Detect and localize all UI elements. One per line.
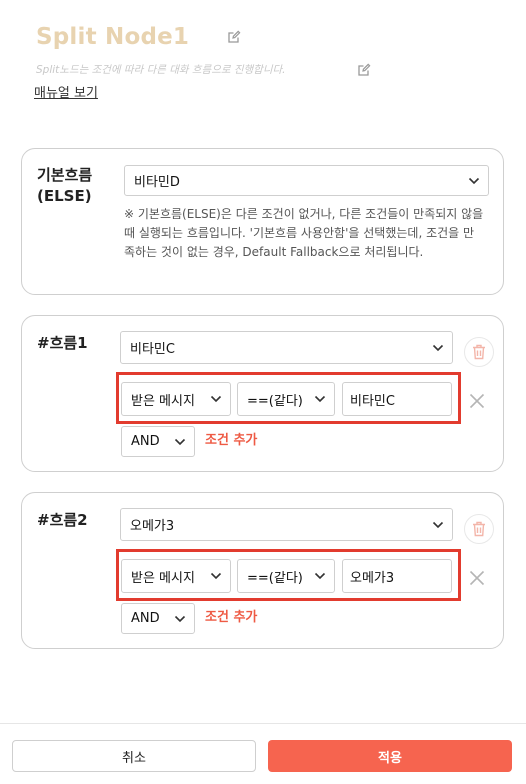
trash-icon bbox=[473, 344, 485, 360]
condition-field-selected: 받은 메시지 bbox=[131, 570, 195, 586]
default-flow-select[interactable]: 비타민D bbox=[124, 165, 489, 196]
condition-value-input[interactable]: 오메가3 bbox=[342, 559, 452, 593]
edit-description-icon[interactable] bbox=[357, 62, 371, 76]
default-flow-selected: 비타민D bbox=[134, 175, 180, 190]
condition-field-select[interactable]: 받은 메시지 bbox=[121, 382, 231, 416]
remove-condition-icon[interactable] bbox=[469, 570, 485, 586]
node-title: Split Node1 bbox=[36, 24, 190, 50]
apply-button[interactable]: 적용 bbox=[268, 740, 512, 772]
logic-operator-select[interactable]: AND bbox=[121, 426, 195, 457]
flow-target-selected: 비타민C bbox=[130, 342, 175, 357]
chevron-down-icon bbox=[210, 572, 222, 580]
condition-operator-selected: ==(같다) bbox=[247, 570, 303, 586]
default-flow-card: 기본흐름 (ELSE) 비타민D ※ 기본흐름(ELSE)은 다른 조건이 없거… bbox=[21, 148, 504, 295]
logic-operator-selected: AND bbox=[131, 611, 160, 626]
flow-label: #흐름2 bbox=[37, 511, 88, 529]
manual-link[interactable]: 매뉴얼 보기 bbox=[34, 82, 98, 101]
default-flow-note: ※ 기본흐름(ELSE)은 다른 조건이 없거나, 다른 조건들이 만족되지 않… bbox=[124, 207, 484, 259]
remove-condition-icon[interactable] bbox=[469, 393, 485, 409]
condition-field-select[interactable]: 받은 메시지 bbox=[121, 559, 231, 593]
cancel-button[interactable]: 취소 bbox=[12, 740, 256, 772]
chevron-down-icon bbox=[432, 344, 444, 351]
chevron-down-icon bbox=[432, 521, 444, 528]
node-header: Split Node1 Split노드는 조건에 따라 다른 대화 흐름으로 진… bbox=[34, 20, 496, 101]
delete-flow-button[interactable] bbox=[464, 514, 494, 544]
chevron-down-icon bbox=[468, 177, 480, 184]
condition-field-selected: 받은 메시지 bbox=[131, 393, 195, 409]
chevron-down-icon bbox=[314, 572, 326, 580]
default-flow-label: 기본흐름 (ELSE) bbox=[37, 165, 92, 207]
chevron-down-icon bbox=[210, 395, 222, 403]
condition-operator-select[interactable]: ==(같다) bbox=[237, 382, 335, 416]
condition-operator-select[interactable]: ==(같다) bbox=[237, 559, 335, 593]
condition-value-input[interactable]: 비타민C bbox=[342, 382, 452, 416]
flow-target-selected: 오메가3 bbox=[130, 519, 175, 534]
add-condition-link[interactable]: 조건 추가 bbox=[205, 606, 257, 625]
default-flow-label-line2: (ELSE) bbox=[37, 187, 92, 205]
default-flow-label-line1: 기본흐름 bbox=[37, 166, 93, 184]
flow-target-select[interactable]: 비타민C bbox=[120, 331, 453, 364]
logic-operator-selected: AND bbox=[131, 434, 160, 449]
edit-title-icon[interactable] bbox=[227, 29, 241, 43]
chevron-down-icon bbox=[174, 438, 186, 445]
flow-label: #흐름1 bbox=[37, 334, 88, 352]
condition-operator-selected: ==(같다) bbox=[247, 393, 303, 409]
delete-flow-button[interactable] bbox=[464, 337, 494, 367]
footer-bar: 취소 적용 bbox=[0, 723, 526, 784]
chevron-down-icon bbox=[314, 395, 326, 403]
node-description: Split노드는 조건에 따라 다른 대화 흐름으로 진행합니다. bbox=[36, 64, 286, 76]
add-condition-link[interactable]: 조건 추가 bbox=[205, 429, 257, 448]
flow-card-2: #흐름2 오메가3 받은 메시지 ==(같다) 오메가3 AND 조건 추가 bbox=[21, 492, 504, 649]
trash-icon bbox=[473, 521, 485, 537]
flow-target-select[interactable]: 오메가3 bbox=[120, 508, 453, 541]
flow-card-1: #흐름1 비타민C 받은 메시지 ==(같다) 비타민C AND 조건 추가 bbox=[21, 315, 504, 472]
logic-operator-select[interactable]: AND bbox=[121, 603, 195, 634]
chevron-down-icon bbox=[174, 615, 186, 622]
